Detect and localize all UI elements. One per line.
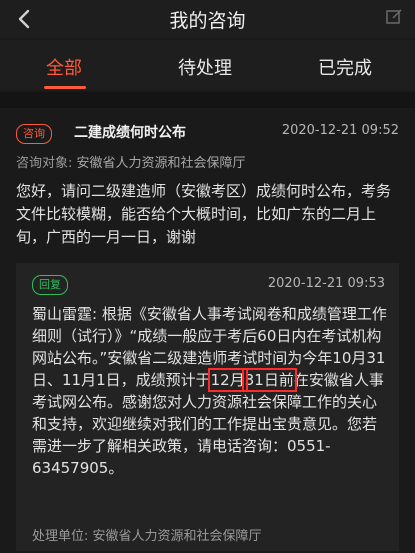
tab-all[interactable]: 全部 [46, 54, 82, 80]
active-tab-indicator [44, 86, 86, 89]
consult-target: 咨询对象: 安徽省人力资源和社会保障厅 [16, 152, 246, 171]
tab-pending[interactable]: 待处理 [178, 54, 232, 80]
question-time: 2020-12-21 09:52 [281, 123, 399, 138]
handling-unit-org: 安徽省人力资源和社会保障厅 [92, 529, 262, 544]
consult-target-org: 安徽省人力资源和社会保障厅 [76, 156, 246, 171]
highlight-box-2: 31日前 [241, 368, 297, 392]
reply-body: 蜀山雷霆: 根据《安徽省人事考试阅卷和成绩管理工作细则（试行）》“成绩一般应于考… [32, 303, 388, 479]
edit-icon[interactable] [385, 8, 403, 26]
consult-badge: 咨询 [16, 124, 52, 144]
section-divider [0, 92, 415, 108]
highlight-box-1: 12月 [207, 368, 248, 392]
consultation-card[interactable]: 咨询 二建成绩何时公布 2020-12-21 09:52 咨询对象: 安徽省人力… [0, 108, 415, 553]
tab-bar: 全部 待处理 已完成 [0, 40, 415, 90]
top-bar: 我的咨询 [0, 0, 415, 38]
question-body: 您好，请问二级建造师（安徽考区）成绩何时公布，考务文件比较模糊，能否给个大概时间… [16, 182, 392, 246]
question-title: 二建成绩何时公布 [74, 125, 186, 141]
page-title: 我的咨询 [169, 10, 246, 32]
handling-unit-label: 处理单位: [32, 529, 89, 544]
handling-unit: 处理单位: 安徽省人力资源和社会保障厅 [32, 525, 262, 544]
reply-badge: 回复 [32, 275, 68, 295]
consult-target-label: 咨询对象: [16, 156, 73, 171]
tab-completed[interactable]: 已完成 [318, 54, 372, 80]
reply-time: 2020-12-21 09:53 [267, 276, 385, 291]
reply-block: 回复 2020-12-21 09:53 蜀山雷霆: 根据《安徽省人事考试阅卷和成… [16, 263, 399, 551]
